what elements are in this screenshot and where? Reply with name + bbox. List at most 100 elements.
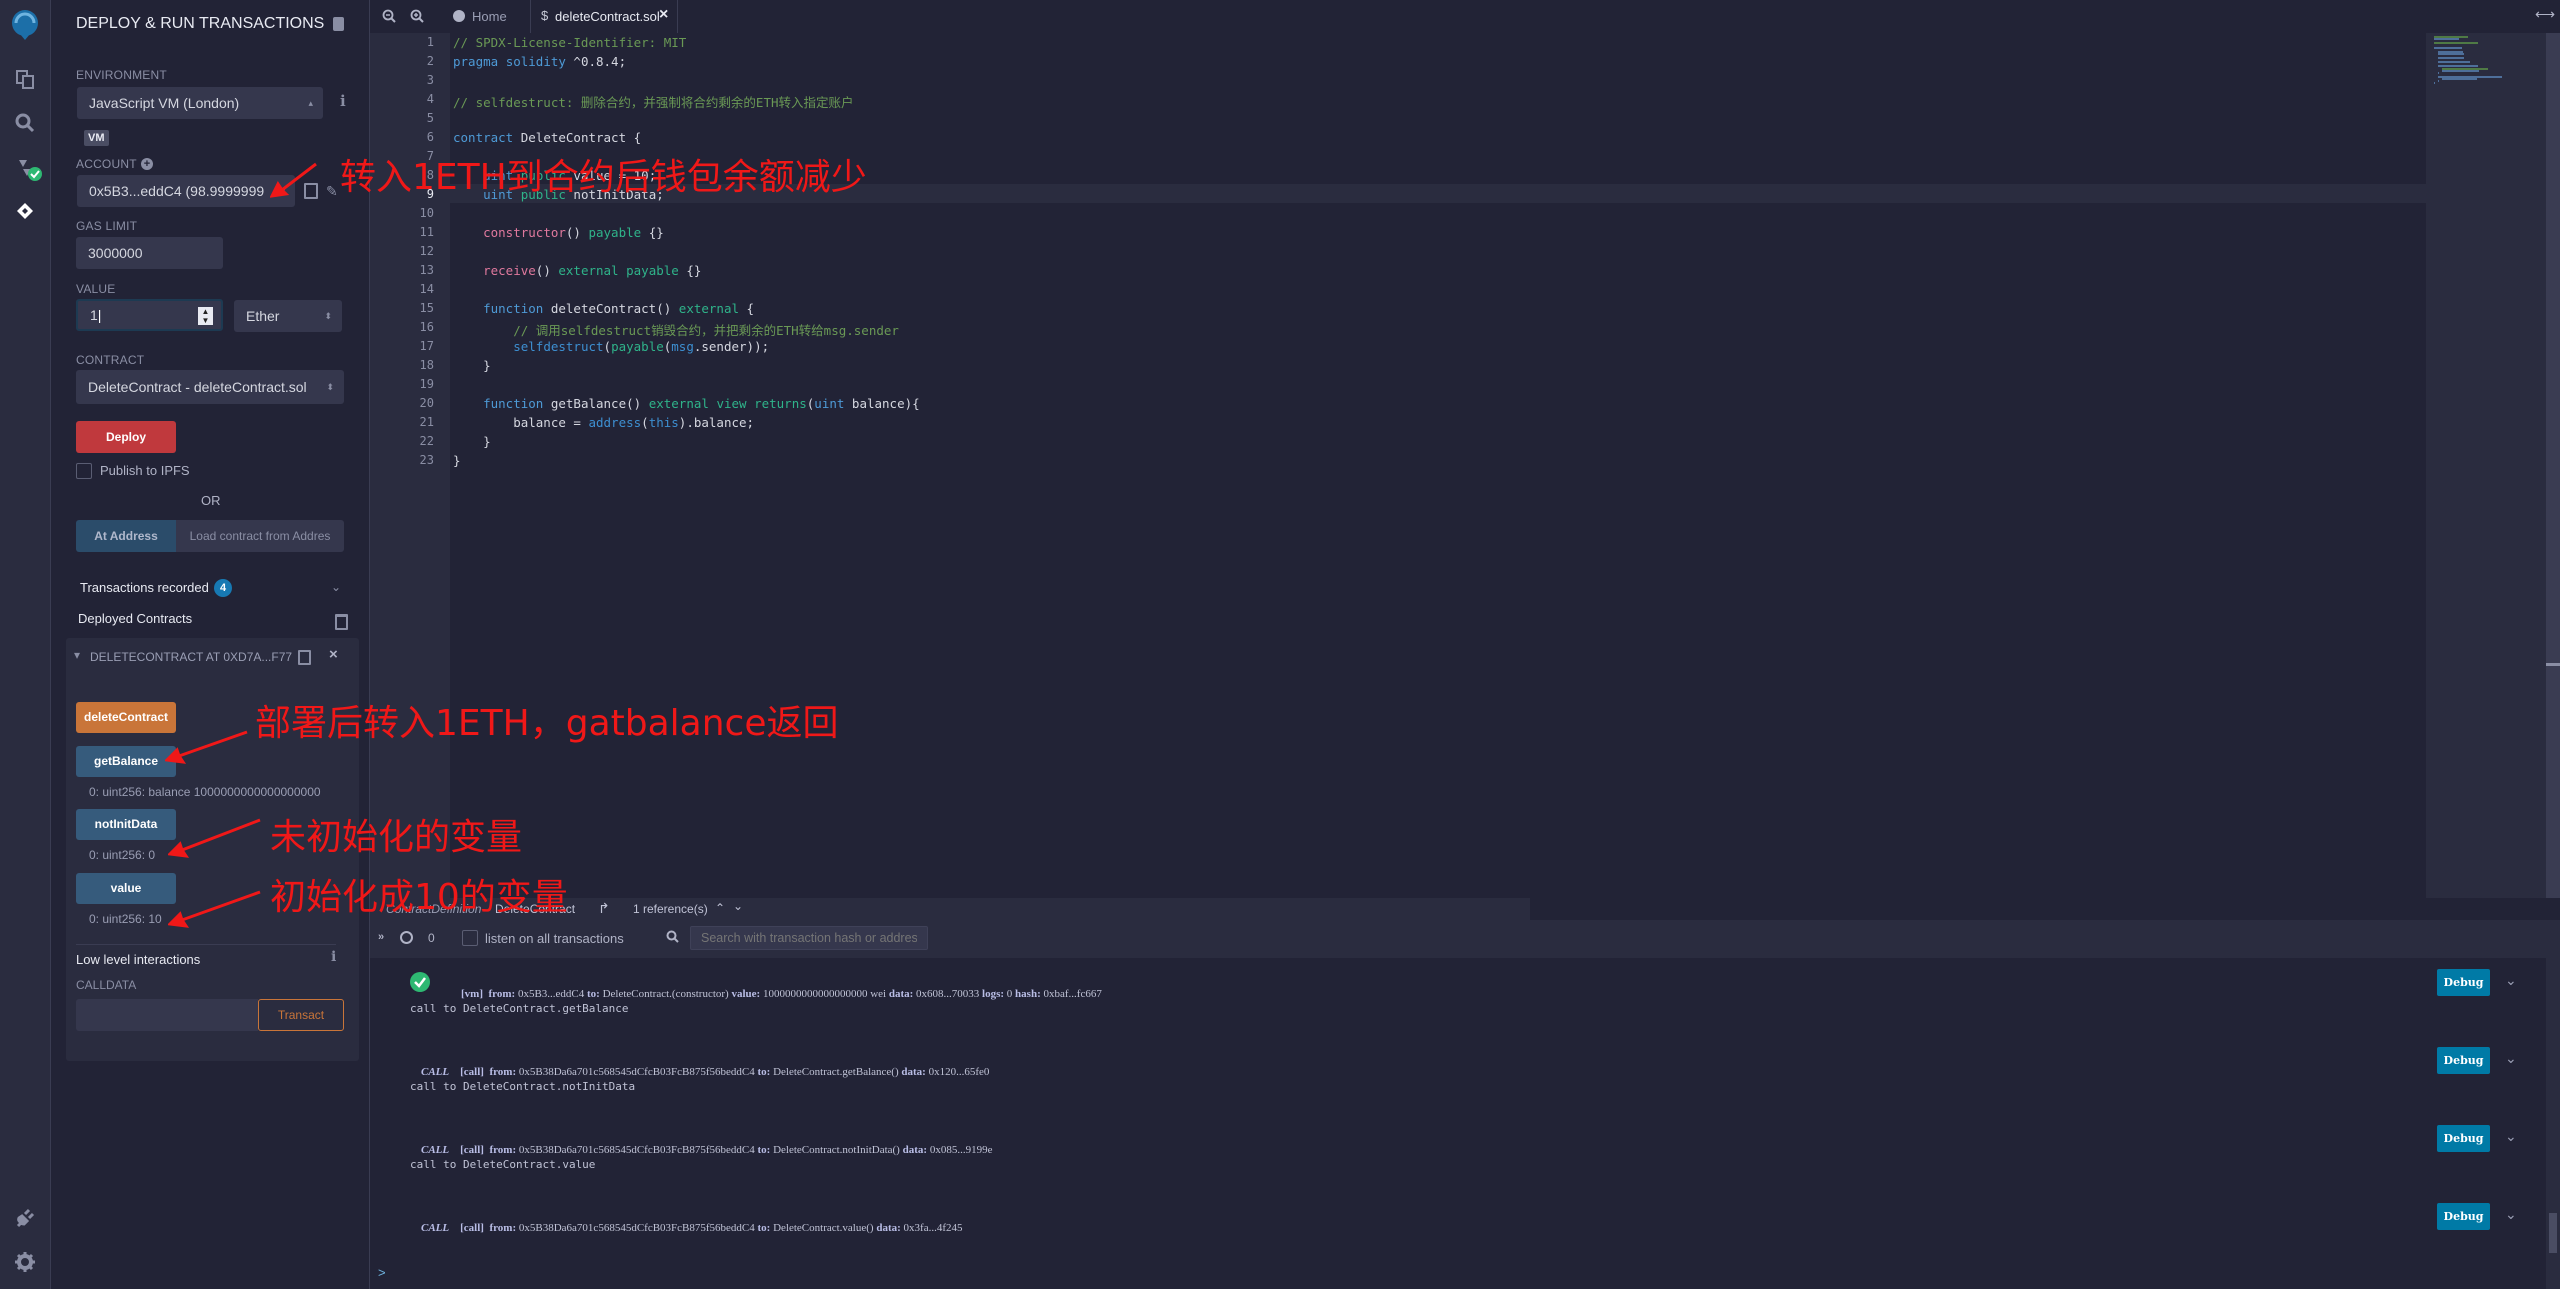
editor-scrollbar[interactable] <box>2546 33 2560 898</box>
transact-button[interactable]: Transact <box>258 999 344 1031</box>
goto-definition-icon[interactable]: ↱ <box>598 900 610 917</box>
deploy-button[interactable]: Deploy <box>76 421 176 453</box>
close-icon[interactable]: × <box>329 646 338 663</box>
code-line[interactable]: receive() external payable {} <box>453 263 701 278</box>
code-line[interactable]: // 调用selfdestruct销毁合约，并把剩余的ETH转给msg.send… <box>453 320 899 339</box>
annotation-text: 转入1ETH到合约后钱包余额减少 <box>340 157 867 198</box>
documentation-icon[interactable] <box>333 17 344 31</box>
code-line[interactable]: function deleteContract() external { <box>453 301 754 316</box>
value-label: VALUE <box>76 282 116 296</box>
notinitdata-button[interactable]: notInitData <box>76 809 176 840</box>
expand-panel-icon[interactable]: ⟷ <box>2535 6 2555 23</box>
tx-entry-call[interactable]: CALL [call] from: 0x5B38Da6a701c568545dC… <box>410 1210 963 1246</box>
next-reference-icon[interactable]: ⌄ <box>733 899 743 913</box>
code-line[interactable]: } <box>453 434 491 449</box>
panel-title: DEPLOY & RUN TRANSACTIONS <box>76 15 325 32</box>
console-info-line: call to DeleteContract.notInitData <box>410 1080 636 1093</box>
transaction-search-input[interactable] <box>690 926 928 950</box>
info-icon[interactable]: i <box>340 92 346 110</box>
expand-tx-icon[interactable]: ⌄ <box>2505 1206 2517 1223</box>
zoom-in-icon[interactable] <box>410 9 424 28</box>
value-button[interactable]: value <box>76 873 176 904</box>
success-check-icon <box>410 972 430 992</box>
search-icon[interactable] <box>13 112 37 136</box>
code-line[interactable]: // selfdestruct: 删除合约，并强制将合约剩余的ETH转入指定账户 <box>453 92 854 111</box>
code-line[interactable]: } <box>453 358 491 373</box>
code-line[interactable]: pragma solidity ^0.8.4; <box>453 54 626 69</box>
debug-button[interactable]: Debug <box>2437 1047 2490 1074</box>
console-info-line: call to DeleteContract.getBalance <box>410 1002 629 1015</box>
code-line[interactable]: balance = address(this).balance; <box>453 415 754 430</box>
terminal-scrollbar[interactable] <box>2546 958 2560 1289</box>
load-contract-input[interactable]: Load contract from Addres <box>176 520 344 552</box>
debug-button[interactable]: Debug <box>2437 1125 2490 1152</box>
deletecontract-button[interactable]: deleteContract <box>76 702 176 733</box>
scrollbar-thumb[interactable] <box>2546 663 2560 666</box>
transactions-recorded-label[interactable]: Transactions recorded <box>80 580 209 595</box>
value-input[interactable]: 1| ▲ ▼ <box>76 299 223 331</box>
line-number: 10 <box>419 206 434 220</box>
listen-checkbox[interactable] <box>462 930 478 946</box>
close-tab-icon[interactable]: × <box>659 6 668 24</box>
file-explorer-icon[interactable] <box>13 68 37 92</box>
clear-console-icon[interactable] <box>400 931 413 944</box>
collapse-terminal-icon[interactable]: » <box>378 931 384 943</box>
prev-reference-icon[interactable]: ⌃ <box>715 901 725 915</box>
tx-to: DeleteContract.notInitData() <box>773 1144 900 1156</box>
terminal-output[interactable]: [vm] from: 0x5B3...eddC4 to: DeleteContr… <box>370 958 2546 1289</box>
code-line[interactable]: contract DeleteContract { <box>453 130 641 145</box>
code-line[interactable]: // SPDX-License-Identifier: MIT <box>453 35 686 50</box>
settings-icon[interactable] <box>13 1251 37 1275</box>
to-label: to: <box>587 988 600 1000</box>
tab-deletecontract-sol[interactable]: $ deleteContract.sol × <box>531 0 678 33</box>
transactions-count-badge: 4 <box>214 579 232 597</box>
code-line[interactable]: constructor() payable {} <box>453 225 664 240</box>
copy-address-icon[interactable] <box>298 650 311 665</box>
chevron-down-icon[interactable]: ⌄ <box>331 580 341 594</box>
expand-tx-icon[interactable]: ⌄ <box>2505 1128 2517 1145</box>
calldata-label: CALLDATA <box>76 978 137 992</box>
instance-title[interactable]: DELETECONTRACT AT 0XD7A...F77 <box>90 650 292 664</box>
minimap[interactable] <box>2426 33 2546 898</box>
gas-limit-input[interactable]: 3000000 <box>76 237 223 269</box>
expand-tx-icon[interactable]: ⌄ <box>2505 1050 2517 1067</box>
tx-data: 0x085...9199e <box>929 1144 993 1156</box>
edit-icon[interactable]: ✎ <box>326 183 338 200</box>
debug-button[interactable]: Debug <box>2437 1203 2490 1230</box>
minimap-line <box>2434 38 2460 41</box>
or-label: OR <box>201 493 221 508</box>
account-select[interactable]: 0x5B3...eddC4 (98.9999999 ▾ <box>77 175 295 207</box>
tab-home[interactable]: Home <box>450 0 531 33</box>
contract-select[interactable]: DeleteContract - deleteContract.sol ⬍ <box>76 370 344 404</box>
terminal-prompt[interactable]: > <box>378 1265 386 1280</box>
zoom-out-icon[interactable] <box>382 9 396 28</box>
line-number: 22 <box>419 434 434 448</box>
info-icon[interactable]: i <box>331 949 336 965</box>
value-unit-select[interactable]: Ether ⬍ <box>234 300 342 332</box>
terminal-scrollbar-thumb[interactable] <box>2549 1213 2557 1253</box>
add-account-icon[interactable]: + <box>141 158 153 170</box>
plugin-manager-icon[interactable] <box>13 1207 37 1231</box>
solidity-compiler-icon[interactable] <box>13 156 42 181</box>
editor-tabs-bar: Home $ deleteContract.sol × ⟷ <box>370 0 2560 33</box>
debug-button[interactable]: Debug <box>2437 969 2490 996</box>
trash-icon[interactable] <box>335 614 348 630</box>
value-stepper[interactable]: ▲ ▼ <box>198 307 213 325</box>
gas-limit-label: GAS LIMIT <box>76 219 138 233</box>
code-line[interactable]: } <box>453 453 461 468</box>
deploy-run-icon[interactable] <box>13 200 37 224</box>
expand-tx-icon[interactable]: ⌄ <box>2505 972 2517 989</box>
code-line[interactable]: selfdestruct(payable(msg.sender)); <box>453 339 769 354</box>
code-line[interactable]: function getBalance() external view retu… <box>453 396 920 411</box>
environment-select[interactable]: JavaScript VM (London) ▴ <box>77 87 323 119</box>
at-address-button[interactable]: At Address <box>76 520 176 552</box>
remix-logo-icon[interactable] <box>6 6 44 44</box>
collapse-chevron-icon[interactable]: ▾ <box>74 648 80 662</box>
icon-bar <box>0 0 51 1289</box>
getbalance-button[interactable]: getBalance <box>76 746 176 777</box>
calldata-input[interactable] <box>76 999 258 1031</box>
publish-ipfs-checkbox[interactable] <box>76 463 92 479</box>
environment-label: ENVIRONMENT <box>76 68 167 82</box>
line-number: 6 <box>426 130 434 144</box>
to-label: to: <box>757 1222 771 1234</box>
